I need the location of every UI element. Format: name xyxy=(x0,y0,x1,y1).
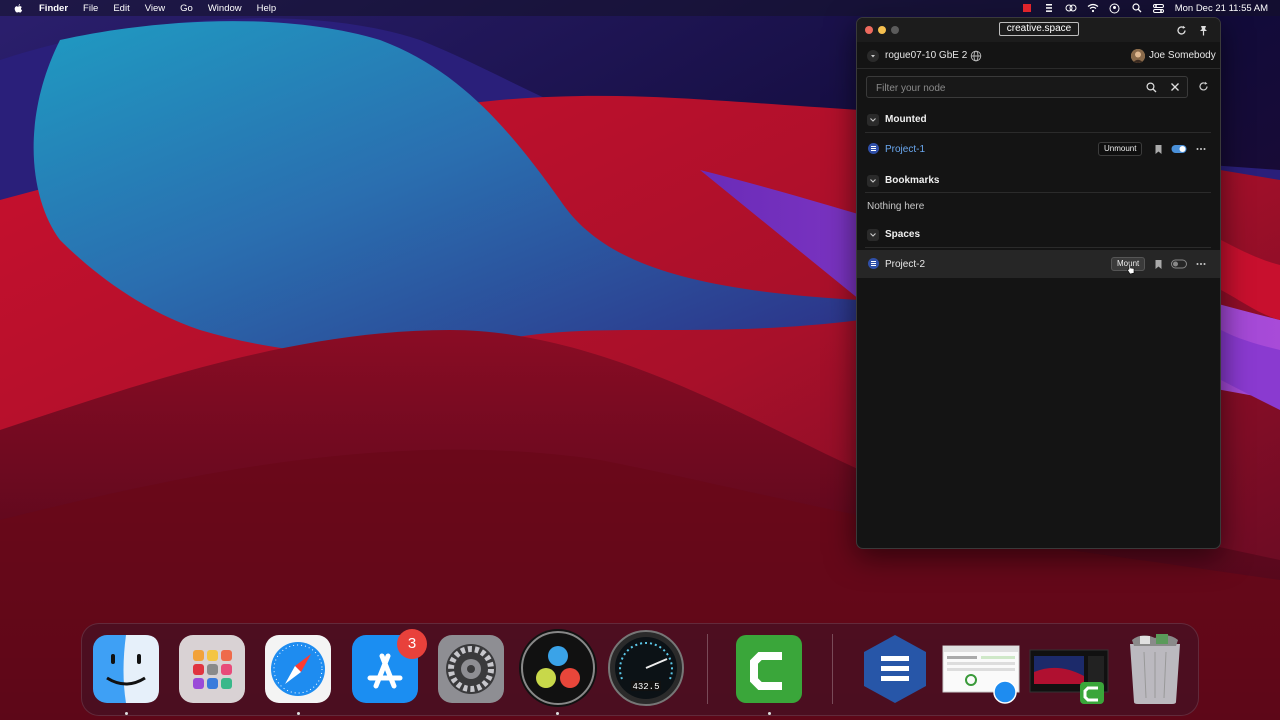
pin-icon[interactable] xyxy=(1196,23,1210,37)
dock-camtasia-icon[interactable] xyxy=(734,632,804,706)
window-title: creative.space xyxy=(999,22,1079,36)
creative-space-menu-icon[interactable] xyxy=(1043,2,1055,14)
dock-davinci-resolve-icon[interactable] xyxy=(518,628,598,708)
section-bookmarks: Bookmarks xyxy=(857,170,1220,192)
dock-downloads-stack-icon[interactable] xyxy=(941,632,1021,706)
unmount-button[interactable]: Unmount xyxy=(1098,142,1143,156)
clear-filter-icon[interactable] xyxy=(1169,81,1181,93)
speed-readout: 432.5 xyxy=(632,682,659,692)
menu-app-name[interactable]: Finder xyxy=(39,3,68,14)
dock-separator xyxy=(707,634,708,704)
dock-launchpad-icon[interactable] xyxy=(177,632,247,706)
more-options-icon[interactable] xyxy=(1195,143,1207,155)
filter-search-box xyxy=(866,76,1188,98)
user-name[interactable]: Joe Somebody xyxy=(1149,50,1216,61)
dock-recent-window-icon[interactable] xyxy=(1028,632,1110,706)
space-icon xyxy=(868,258,879,269)
bookmark-icon[interactable] xyxy=(1152,258,1164,270)
running-indicator xyxy=(297,712,300,715)
collapse-spaces-chevron-icon[interactable] xyxy=(867,229,879,241)
menu-view[interactable]: View xyxy=(145,3,165,14)
collapse-mounted-chevron-icon[interactable] xyxy=(867,114,879,126)
section-mounted: Mounted xyxy=(857,109,1220,131)
space-icon xyxy=(868,143,879,154)
automount-toggle[interactable] xyxy=(1171,258,1187,270)
status-area: Mon Dec 21 11:55 AM xyxy=(1011,0,1268,16)
zoom-window-button[interactable] xyxy=(891,26,899,34)
running-indicator xyxy=(556,712,559,715)
running-indicator xyxy=(768,712,771,715)
vr-status-icon[interactable] xyxy=(1065,2,1077,14)
dock-disk-speed-test-icon[interactable]: 432.5 xyxy=(607,629,685,707)
menu-window[interactable]: Window xyxy=(208,3,242,14)
menu-help[interactable]: Help xyxy=(257,3,277,14)
section-title-spaces: Spaces xyxy=(885,229,921,240)
dock-finder-icon[interactable] xyxy=(91,632,161,706)
dock-creative-space-icon[interactable] xyxy=(860,632,930,706)
app-store-badge: 3 xyxy=(397,629,427,659)
running-indicator xyxy=(125,712,128,715)
dock-system-preferences-icon[interactable] xyxy=(436,632,506,706)
space-name[interactable]: Project-2 xyxy=(885,259,925,270)
space-item-project-2[interactable]: Project-2 Mount xyxy=(857,250,1220,278)
space-name[interactable]: Project-1 xyxy=(885,144,925,155)
menu-go[interactable]: Go xyxy=(180,3,193,14)
spotlight-search-icon[interactable] xyxy=(1131,2,1143,14)
node-dropdown-chevron-icon[interactable] xyxy=(867,50,879,62)
node-selector-row: rogue07-10 GbE 2 Joe Somebody xyxy=(857,43,1220,69)
search-icon[interactable] xyxy=(1145,81,1157,93)
section-title-mounted: Mounted xyxy=(885,114,927,125)
filter-node-input[interactable] xyxy=(874,80,1138,96)
refresh-list-icon[interactable] xyxy=(1198,81,1210,93)
menu-file[interactable]: File xyxy=(83,3,98,14)
mouse-cursor-icon xyxy=(1125,263,1137,275)
apple-menu-icon[interactable] xyxy=(13,1,27,15)
wifi-icon[interactable] xyxy=(1087,2,1099,14)
menu-edit[interactable]: Edit xyxy=(113,3,129,14)
globe-icon[interactable] xyxy=(970,50,982,62)
header-divider xyxy=(857,68,1220,69)
menu-clock[interactable]: Mon Dec 21 11:55 AM xyxy=(1175,3,1268,14)
avatar[interactable] xyxy=(1131,49,1145,63)
creative-space-window: creative.space rogue07-10 GbE 2 Joe Some… xyxy=(856,17,1221,549)
reload-icon[interactable] xyxy=(1174,23,1188,37)
section-divider xyxy=(865,192,1211,193)
dock-safari-icon[interactable] xyxy=(263,632,333,706)
minimize-window-button[interactable] xyxy=(878,26,886,34)
control-center-icon[interactable] xyxy=(1153,2,1165,14)
node-name[interactable]: rogue07-10 GbE 2 xyxy=(885,50,967,61)
automount-toggle[interactable] xyxy=(1171,143,1187,155)
flag-status-icon[interactable] xyxy=(1021,2,1033,14)
dock-trash-icon[interactable] xyxy=(1122,632,1188,706)
dock-separator xyxy=(832,634,833,704)
user-switch-icon[interactable] xyxy=(1109,2,1121,14)
bookmark-icon[interactable] xyxy=(1152,143,1164,155)
collapse-bookmarks-chevron-icon[interactable] xyxy=(867,175,879,187)
section-title-bookmarks: Bookmarks xyxy=(885,175,940,186)
mounted-item-project-1[interactable]: Project-1 Unmount xyxy=(857,135,1220,163)
menu-bar: Finder File Edit View Go Window Help Mon… xyxy=(0,0,1280,16)
window-titlebar: creative.space xyxy=(857,18,1220,42)
section-divider xyxy=(865,132,1211,133)
section-spaces: Spaces xyxy=(857,224,1220,246)
close-window-button[interactable] xyxy=(865,26,873,34)
more-options-icon[interactable] xyxy=(1195,258,1207,270)
bookmarks-empty-text: Nothing here xyxy=(867,201,925,212)
section-divider xyxy=(865,247,1211,248)
